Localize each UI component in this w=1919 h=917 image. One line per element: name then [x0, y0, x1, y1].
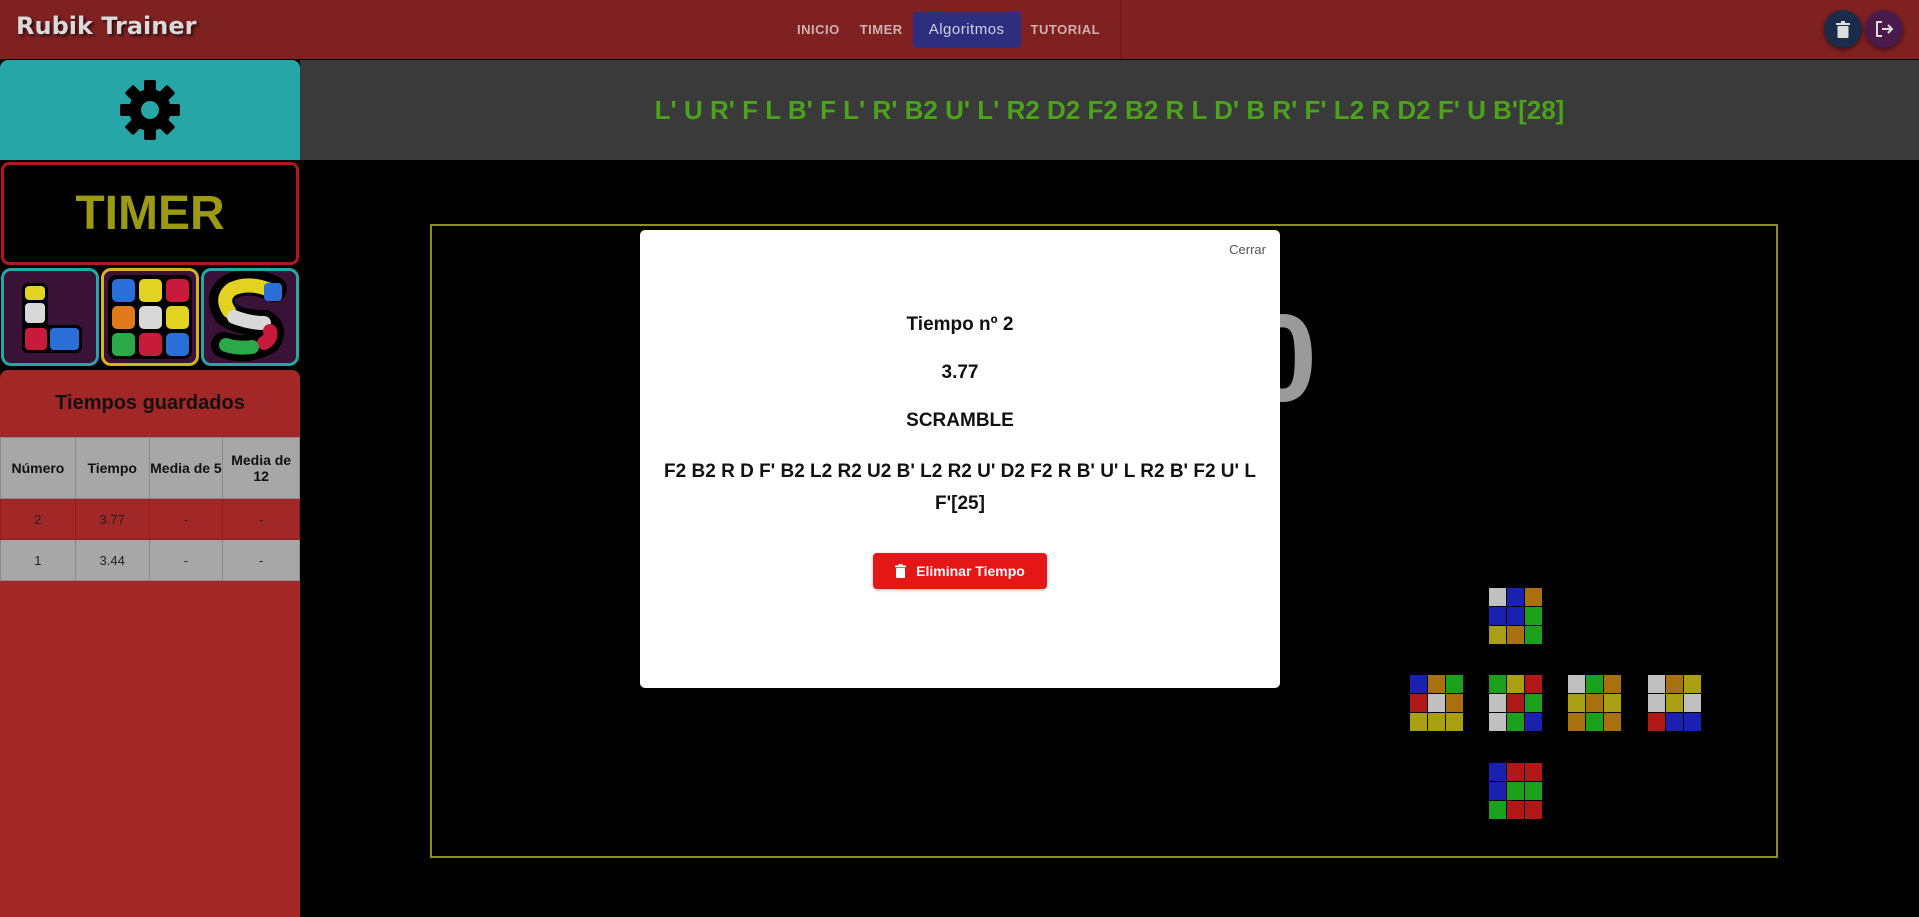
col-media-12: Media de 12	[222, 437, 300, 499]
scramble-text: L' U R' F L B' F L' R' B2 U' L' R2 D2 F2…	[654, 94, 1565, 125]
table-row[interactable]: 1 3.44 - -	[0, 539, 300, 581]
cube-net-down	[1489, 763, 1543, 821]
app-title: Rubik Trainer	[16, 12, 197, 40]
trash-icon	[895, 564, 907, 578]
scramble-bar: L' U R' F L B' F L' R' B2 U' L' R2 D2 F2…	[300, 60, 1919, 160]
time-detail-modal: Cerrar Tiempo nº 2 3.77 SCRAMBLE F2 B2 R…	[640, 230, 1280, 688]
saved-times-panel: Tiempos guardados Número Tiempo Media de…	[0, 370, 300, 917]
mode-l-button[interactable]	[1, 268, 99, 366]
modal-scramble-label: SCRAMBLE	[906, 410, 1014, 431]
cell-media-12: -	[222, 539, 300, 581]
settings-panel	[0, 60, 300, 160]
top-bar: Rubik Trainer INICIO TIMER Algoritmos TU…	[0, 0, 1919, 59]
timer-mode-label: TIMER	[75, 187, 225, 240]
gear-icon[interactable]	[119, 79, 181, 141]
modal-time: 3.77	[941, 362, 979, 383]
delete-time-button[interactable]: Eliminar Tiempo	[873, 553, 1047, 589]
cell-media-5: -	[148, 539, 224, 581]
close-button[interactable]: Cerrar	[1229, 242, 1266, 257]
l-shape-icon	[22, 283, 82, 353]
cell-numero: 1	[0, 539, 76, 581]
table-row[interactable]: 2 3.77 - -	[0, 498, 300, 540]
cell-numero: 2	[0, 498, 76, 540]
cell-media-12: -	[222, 498, 300, 540]
modal-heading: Tiempo nº 2	[906, 314, 1014, 335]
mode-cube-button[interactable]	[101, 268, 199, 366]
cube-net-back	[1648, 675, 1702, 733]
nav-inicio[interactable]: INICIO	[787, 12, 850, 48]
saved-times-title: Tiempos guardados	[55, 392, 245, 414]
nav-tutorial[interactable]: TUTORIAL	[1021, 12, 1110, 48]
nav-algoritmos[interactable]: Algoritmos	[912, 11, 1021, 48]
logout-button[interactable]	[1865, 10, 1903, 48]
modal-scramble-text: F2 B2 R D F' B2 L2 R2 U2 B' L2 R2 U' D2 …	[664, 461, 1256, 514]
cell-tiempo: 3.44	[74, 539, 150, 581]
cell-tiempo: 3.77	[74, 498, 150, 540]
delete-time-label: Eliminar Tiempo	[916, 563, 1025, 579]
cube-net-right	[1568, 675, 1622, 733]
mode-s-button[interactable]	[201, 268, 299, 366]
main-nav: INICIO TIMER Algoritmos TUTORIAL	[787, 0, 1122, 59]
cube-net-front	[1489, 675, 1543, 733]
trash-icon	[1836, 20, 1850, 38]
saved-times-table: Número Tiempo Media de 5 Media de 12 2 3…	[0, 437, 300, 581]
delete-all-button[interactable]	[1824, 10, 1862, 48]
cube-net-up	[1489, 588, 1543, 646]
col-numero: Número	[0, 437, 76, 499]
cell-media-5: -	[148, 498, 224, 540]
timer-mode-button[interactable]: TIMER	[1, 162, 299, 265]
cube-face-icon	[108, 275, 192, 359]
cube-net-left	[1410, 675, 1464, 733]
col-tiempo: Tiempo	[74, 437, 150, 499]
logout-icon	[1876, 21, 1894, 37]
s-shape-icon	[208, 269, 287, 362]
col-media-5: Media de 5	[148, 437, 224, 499]
nav-timer[interactable]: TIMER	[850, 12, 913, 48]
